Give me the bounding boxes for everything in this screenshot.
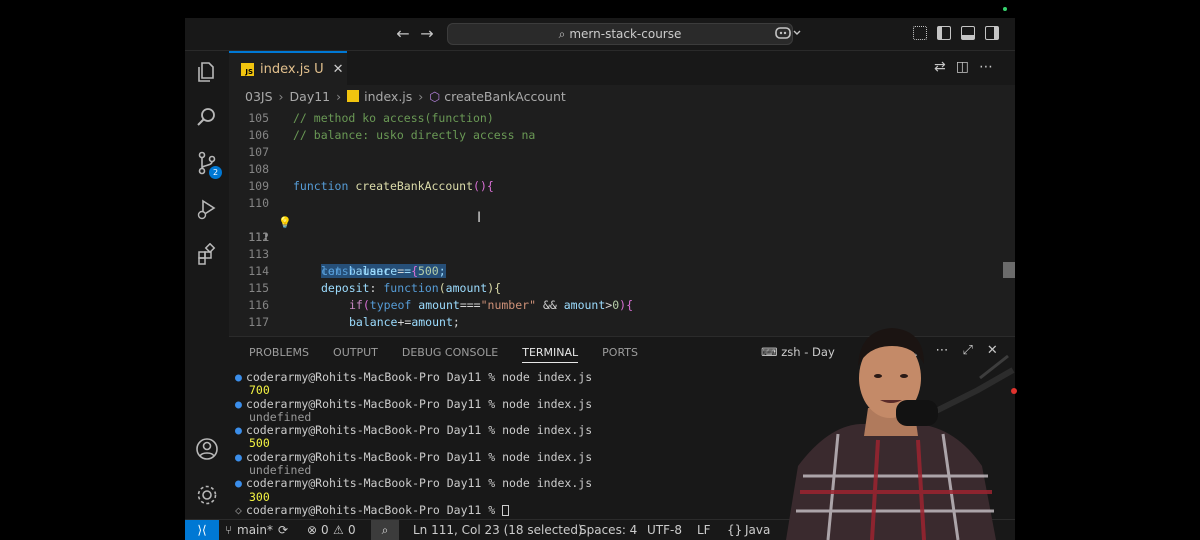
more-actions-icon[interactable]: ⋯ — [979, 59, 1003, 75]
warning-count[interactable]: 0 — [348, 523, 356, 537]
code-line: 107 — [248, 145, 269, 159]
code-editor[interactable]: 105// method ko access(function) 106// b… — [229, 108, 1015, 334]
tab-label: index.js — [260, 61, 311, 77]
branch-label[interactable]: main* — [237, 523, 273, 537]
presenter-webcam-overlay — [786, 328, 1017, 540]
editor-actions: ⇄◫⋯ — [934, 59, 1003, 75]
text-cursor-icon: I — [477, 210, 482, 226]
tab-output[interactable]: OUTPUT — [333, 346, 378, 363]
breadcrumb-folder[interactable]: 03JS — [245, 89, 273, 104]
encoding[interactable]: UTF-8 — [647, 523, 682, 537]
warning-icon: ⚠ — [333, 523, 344, 537]
explorer-icon[interactable] — [195, 61, 219, 85]
untracked-indicator: U — [314, 61, 324, 77]
code-line-active: 111 💡 let balance = 500; — [248, 216, 446, 278]
zoom-search-icon[interactable]: ⌕ — [371, 520, 399, 540]
editor-tab-bar: JS index.js U ✕ ⇄◫⋯ — [229, 51, 1015, 85]
terminal-line: 700 — [249, 383, 270, 398]
run-debug-icon[interactable] — [195, 198, 219, 222]
search-icon[interactable] — [195, 106, 219, 130]
breadcrumb: 03JS › Day11 › index.js › ⬡ createBankAc… — [229, 85, 1015, 107]
sync-icon[interactable]: ⟳ — [278, 523, 288, 537]
symbol-method-icon: ⬡ — [429, 88, 441, 104]
code-line: 110 — [248, 196, 269, 210]
tab-problems[interactable]: PROBLEMS — [249, 346, 309, 363]
code-line: 115 deposit: function(amount){ — [248, 281, 502, 295]
close-icon[interactable]: ✕ — [333, 62, 344, 77]
search-icon: ⌕ — [558, 26, 566, 41]
tab-index-js[interactable]: JS index.js U ✕ — [229, 51, 347, 85]
javascript-file-icon: JS — [241, 62, 254, 76]
javascript-file-icon — [347, 90, 360, 102]
code-line: 114 const user = { — [248, 264, 419, 278]
branch-icon: ⑂ — [225, 523, 233, 537]
tab-ports[interactable]: PORTS — [602, 346, 638, 363]
chevron-right-icon: › — [336, 88, 342, 104]
forward-icon[interactable]: → — [417, 24, 437, 43]
code-line: 108 — [248, 162, 269, 176]
split-editor-icon[interactable]: ◫ — [956, 59, 979, 75]
terminal-line: undefined — [249, 463, 312, 478]
terminal-line: 300 — [249, 489, 270, 504]
command-center-search[interactable]: ⌕ mern-stack-course — [447, 23, 793, 45]
code-line: 106// balance: usko directly access na — [248, 128, 536, 142]
tab-debug-console[interactable]: DEBUG CONSOLE — [402, 346, 498, 363]
source-control-badge: 2 — [209, 166, 222, 179]
chevron-right-icon: › — [278, 88, 284, 104]
camera-indicator-dot — [1003, 7, 1007, 11]
open-changes-icon[interactable]: ⇄ — [934, 59, 956, 75]
breadcrumb-symbol[interactable]: createBankAccount — [444, 89, 566, 104]
terminal-line: ● coderarmy@Rohits-MacBook-Pro Day11 % no… — [235, 396, 593, 411]
terminal-prompt: ◇ coderarmy@Rohits-MacBook-Pro Day11 % — [235, 503, 592, 517]
breadcrumb-folder[interactable]: Day11 — [290, 89, 331, 104]
terminal-line: ● coderarmy@Rohits-MacBook-Pro Day11 % no… — [235, 449, 593, 464]
terminal-line: ● coderarmy@Rohits-MacBook-Pro Day11 % no… — [235, 476, 593, 491]
error-icon: ⊗ — [307, 523, 318, 537]
customize-layout-icon[interactable] — [913, 26, 927, 40]
terminal-line: ● coderarmy@Rohits-MacBook-Pro Day11 % no… — [235, 423, 593, 438]
terminal-output[interactable]: ● coderarmy@Rohits-MacBook-Pro Day11 % no… — [235, 370, 593, 517]
breadcrumb-file[interactable]: index.js — [364, 89, 412, 104]
terminal-line: 500 — [249, 436, 270, 451]
code-line: 112 — [248, 230, 269, 244]
cursor-position[interactable]: Ln 111, Col 23 (18 selected) — [413, 523, 583, 537]
language-mode[interactable]: Java — [745, 523, 770, 537]
terminal-cursor — [502, 504, 510, 516]
extensions-icon[interactable] — [195, 242, 219, 267]
panel-tabs: PROBLEMS OUTPUT DEBUG CONSOLE TERMINAL P… — [249, 346, 662, 363]
copilot-icon[interactable] — [775, 25, 803, 45]
account-icon[interactable] — [195, 437, 219, 461]
top-black-band — [185, 0, 1015, 18]
braces-icon: {} — [727, 523, 743, 537]
chevron-right-icon: › — [418, 88, 424, 104]
toggle-secondary-sidebar-icon[interactable] — [985, 26, 999, 40]
command-center-label: mern-stack-course — [569, 27, 682, 41]
remote-indicator-icon[interactable]: ⟩⟨ — [185, 520, 219, 540]
scrollbar-thumb[interactable] — [1003, 262, 1015, 278]
code-line: 113 — [248, 247, 269, 261]
back-icon[interactable]: ← — [393, 24, 413, 43]
terminal-line: undefined — [249, 409, 312, 424]
terminal-line: ● coderarmy@Rohits-MacBook-Pro Day11 % no… — [235, 370, 593, 384]
code-line: 116 if(typeof amount==="number" && amount… — [248, 298, 634, 312]
code-line: 105// method ko access(function) — [248, 111, 494, 125]
code-line: 109 function createBankAccount(){ — [248, 179, 494, 193]
indentation[interactable]: Spaces: 4 — [579, 523, 637, 537]
tab-terminal[interactable]: TERMINAL — [522, 346, 579, 363]
activity-bar: 2 — [185, 51, 229, 519]
toggle-primary-sidebar-icon[interactable] — [937, 26, 951, 40]
toggle-panel-icon[interactable] — [961, 26, 975, 40]
end-of-line[interactable]: LF — [697, 523, 711, 537]
settings-gear-icon[interactable] — [195, 483, 219, 507]
error-count[interactable]: 0 — [321, 523, 329, 537]
title-bar: ← → ⌕ mern-stack-course — [185, 18, 1015, 51]
